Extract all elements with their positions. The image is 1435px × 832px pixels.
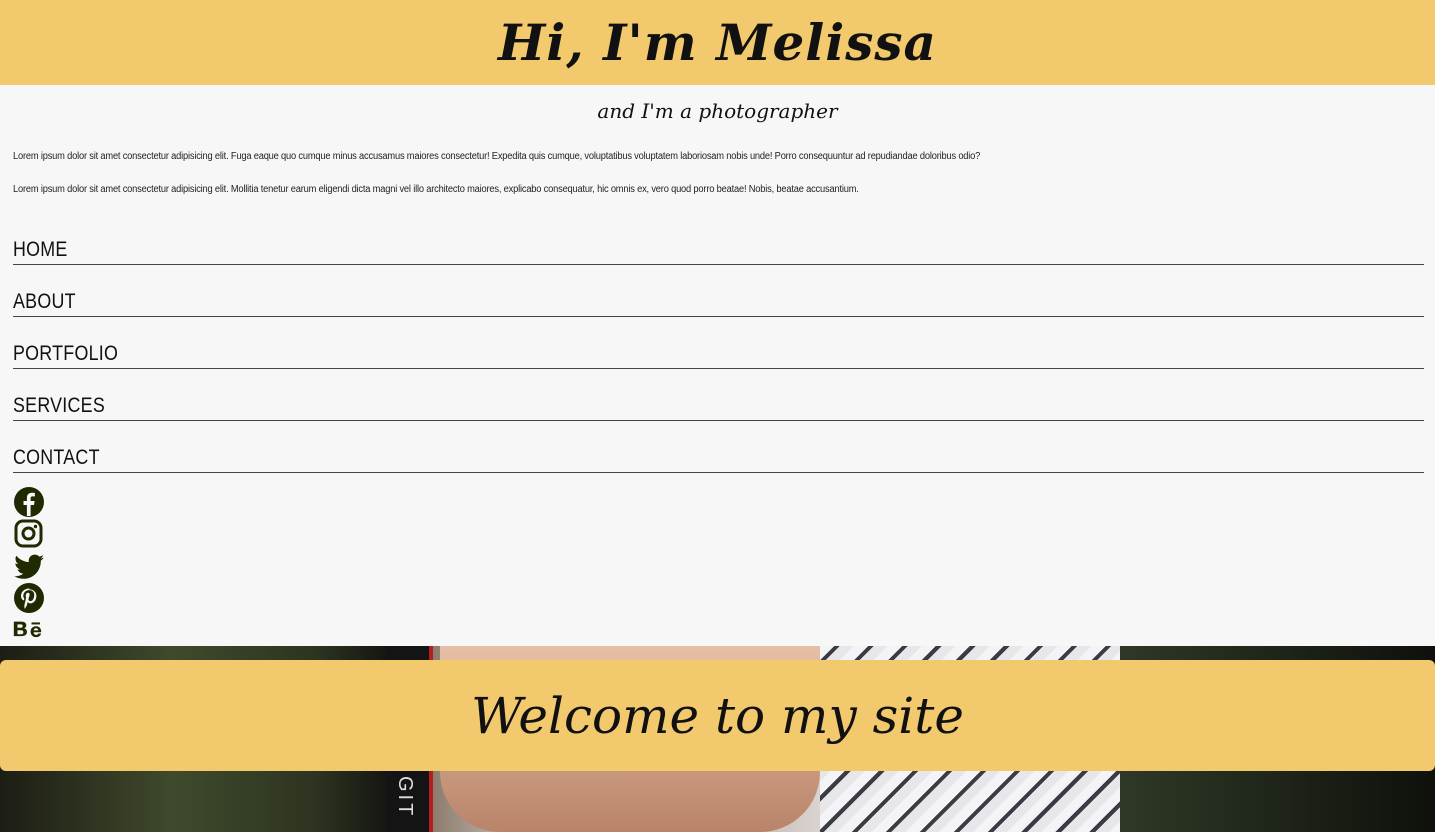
instagram-icon[interactable] xyxy=(13,518,47,550)
nav-item-portfolio: PORTFOLIO xyxy=(13,317,1424,369)
header-banner: Hi, I'm Melissa xyxy=(0,0,1435,85)
behance-icon[interactable] xyxy=(13,614,47,646)
facebook-icon[interactable] xyxy=(13,486,47,518)
nav-link-contact[interactable]: CONTACT xyxy=(13,446,100,470)
site-subtitle: and I'm a photographer xyxy=(597,99,838,123)
site-title: Hi, I'm Melissa xyxy=(498,12,937,72)
nav-link-about[interactable]: ABOUT xyxy=(13,290,76,314)
nav-item-contact: CONTACT xyxy=(13,421,1424,473)
intro-paragraph: Lorem ipsum dolor sit amet consectetur a… xyxy=(13,184,859,195)
nav-item-services: SERVICES xyxy=(13,369,1424,421)
welcome-banner: Welcome to my site xyxy=(0,660,1435,771)
intro-section: Lorem ipsum dolor sit amet consectetur a… xyxy=(13,150,1423,197)
intro-paragraph: Lorem ipsum dolor sit amet consectetur a… xyxy=(13,151,981,162)
main-nav: HOME ABOUT PORTFOLIO SERVICES CONTACT xyxy=(13,234,1424,473)
nav-item-about: ABOUT xyxy=(13,265,1424,317)
nav-item-home: HOME xyxy=(13,234,1424,265)
social-links xyxy=(13,486,47,646)
nav-link-services[interactable]: SERVICES xyxy=(13,394,105,418)
nav-link-portfolio[interactable]: PORTFOLIO xyxy=(13,342,118,366)
strap-text: GIT xyxy=(394,776,416,819)
twitter-icon[interactable] xyxy=(13,550,47,582)
pinterest-icon[interactable] xyxy=(13,582,47,614)
welcome-heading: Welcome to my site xyxy=(471,686,964,745)
nav-link-home[interactable]: HOME xyxy=(13,238,68,262)
